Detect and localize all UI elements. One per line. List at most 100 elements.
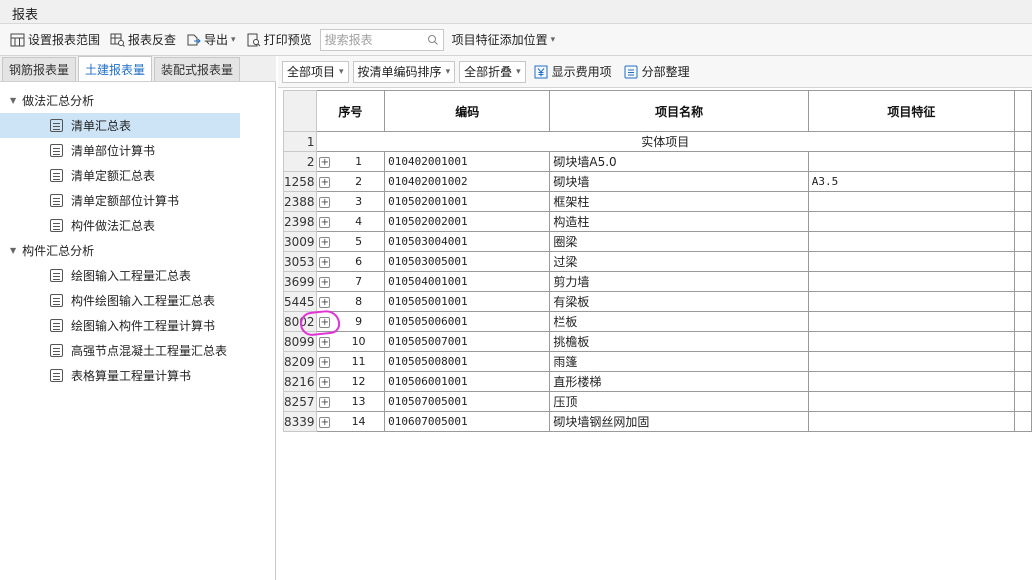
table-row[interactable]: 3699 +7 010504001001 剪力墙	[283, 271, 1032, 292]
name-cell[interactable]: 直形楼梯	[549, 371, 809, 392]
feature-cell[interactable]	[807, 311, 1016, 332]
table-row[interactable]: 8216 +12 010506001001 直形楼梯	[283, 371, 1032, 392]
feature-cell[interactable]	[807, 291, 1016, 312]
plus-icon[interactable]: +	[319, 176, 331, 188]
plus-icon[interactable]: +	[319, 336, 331, 348]
feature-cell[interactable]	[807, 411, 1016, 432]
tab-rebar-report[interactable]: 钢筋报表量	[2, 57, 77, 81]
set-range-button[interactable]: 设置报表范围	[6, 28, 104, 52]
code-cell[interactable]: 010503005001	[384, 251, 551, 272]
section-arrange-button[interactable]: 分部整理	[620, 61, 694, 83]
expand-toggle[interactable]: +	[315, 371, 333, 392]
tree-item-bill-location-calc[interactable]: 清单部位计算书	[0, 138, 275, 163]
name-cell[interactable]: 挑檐板	[549, 331, 809, 352]
table-row[interactable]: 1258 +2 010402001002 砌块墙 A3.5	[283, 171, 1032, 192]
feature-cell[interactable]	[807, 331, 1016, 352]
tree-item-drawing-component-calc[interactable]: 绘图输入构件工程量计算书	[0, 313, 275, 338]
plus-icon[interactable]: +	[319, 356, 331, 368]
collapse-dropdown[interactable]: 全部折叠 ▾	[459, 60, 526, 83]
expand-toggle[interactable]: +	[315, 411, 333, 432]
plus-icon[interactable]: +	[319, 156, 331, 168]
seq-cell[interactable]: 2	[332, 171, 386, 192]
feature-cell[interactable]	[807, 251, 1016, 272]
expand-toggle[interactable]: +	[315, 311, 333, 332]
tree-item-bill-summary[interactable]: 清单汇总表	[0, 113, 240, 138]
tree-group-component-summary[interactable]: ▼ 构件汇总分析	[0, 238, 275, 263]
plus-icon[interactable]: +	[319, 296, 331, 308]
code-cell[interactable]: 010505007001	[384, 331, 551, 352]
code-cell[interactable]: 010607005001	[384, 411, 551, 432]
feature-cell[interactable]	[807, 211, 1016, 232]
caret-down-icon[interactable]: ▼	[10, 96, 16, 105]
seq-cell[interactable]: 14	[332, 411, 386, 432]
code-cell[interactable]: 010505006001	[384, 311, 551, 332]
code-cell[interactable]: 010502002001	[384, 211, 551, 232]
code-cell[interactable]: 010504001001	[384, 271, 551, 292]
seq-cell[interactable]: 4	[332, 211, 386, 232]
show-fee-button[interactable]: 显示费用项	[530, 61, 616, 83]
code-cell[interactable]: 010505001001	[384, 291, 551, 312]
table-row[interactable]: 5445 +8 010505001001 有梁板	[283, 291, 1032, 312]
feature-position-dropdown[interactable]: 项目特征添加位置 ▾	[448, 28, 560, 52]
feature-cell[interactable]	[807, 231, 1016, 252]
table-row[interactable]: 2398 +4 010502002001 构造柱	[283, 211, 1032, 232]
caret-down-icon[interactable]: ▼	[10, 246, 16, 255]
plus-icon[interactable]: +	[319, 236, 331, 248]
expand-toggle[interactable]: +	[315, 251, 333, 272]
name-cell[interactable]: 框架柱	[549, 191, 809, 212]
name-cell[interactable]: 有梁板	[549, 291, 809, 312]
print-preview-button[interactable]: 打印预览	[242, 28, 316, 52]
feature-cell[interactable]	[807, 371, 1016, 392]
name-cell[interactable]: 圈梁	[549, 231, 809, 252]
column-header-seq[interactable]: 序号	[315, 90, 386, 132]
seq-cell[interactable]: 6	[332, 251, 386, 272]
report-search-input[interactable]	[324, 32, 415, 47]
feature-cell[interactable]	[807, 391, 1016, 412]
tree-item-component-method-summary[interactable]: 构件做法汇总表	[0, 213, 275, 238]
seq-cell[interactable]: 9	[332, 311, 386, 332]
column-header-feature[interactable]: 项目特征	[807, 90, 1016, 132]
name-cell[interactable]: 构造柱	[549, 211, 809, 232]
code-cell[interactable]: 010507005001	[384, 391, 551, 412]
code-cell[interactable]: 010402001002	[384, 171, 551, 192]
sort-dropdown[interactable]: 按清单编码排序 ▾	[352, 60, 456, 83]
table-row[interactable]: 8209 +11 010505008001 雨篷	[283, 351, 1032, 372]
name-cell[interactable]: 砌块墙钢丝网加固	[549, 411, 809, 432]
code-cell[interactable]: 010402001001	[384, 151, 551, 172]
code-cell[interactable]: 010505008001	[384, 351, 551, 372]
all-items-dropdown[interactable]: 全部项目 ▾	[282, 60, 349, 83]
expand-toggle[interactable]: +	[315, 171, 333, 192]
table-row[interactable]: 3053 +6 010503005001 过梁	[283, 251, 1032, 272]
name-cell[interactable]: 砌块墙A5.0	[549, 151, 809, 172]
expand-toggle[interactable]: +	[315, 351, 333, 372]
feature-cell[interactable]	[807, 351, 1016, 372]
feature-cell[interactable]	[807, 191, 1016, 212]
seq-cell[interactable]: 8	[332, 291, 386, 312]
table-row[interactable]: 2 +1 010402001001 砌块墙A5.0	[283, 151, 1032, 172]
feature-cell[interactable]	[807, 151, 1016, 172]
table-row[interactable]: 8002 +9 010505006001 栏板	[283, 311, 1032, 332]
tree-item-component-drawing-summary[interactable]: 构件绘图输入工程量汇总表	[0, 288, 275, 313]
seq-cell[interactable]: 12	[332, 371, 386, 392]
table-row[interactable]: 2388 +3 010502001001 框架柱	[283, 191, 1032, 212]
tree-group-method-summary[interactable]: ▼ 做法汇总分析	[0, 88, 275, 113]
search-icon[interactable]	[427, 34, 439, 46]
feature-cell[interactable]	[807, 271, 1016, 292]
reverse-check-button[interactable]: 报表反查	[106, 28, 180, 52]
expand-toggle[interactable]: +	[315, 331, 333, 352]
expand-toggle[interactable]: +	[315, 151, 333, 172]
expand-toggle[interactable]: +	[315, 271, 333, 292]
table-row[interactable]: 8099 +10 010505007001 挑檐板	[283, 331, 1032, 352]
plus-icon[interactable]: +	[319, 276, 331, 288]
seq-cell[interactable]: 3	[332, 191, 386, 212]
seq-cell[interactable]: 13	[332, 391, 386, 412]
expand-toggle[interactable]: +	[315, 231, 333, 252]
tree-item-high-strength-node-summary[interactable]: 高强节点混凝土工程量汇总表	[0, 338, 275, 363]
feature-cell[interactable]: A3.5	[807, 171, 1016, 192]
plus-icon[interactable]: +	[319, 256, 331, 268]
expand-toggle[interactable]: +	[315, 191, 333, 212]
report-search-box[interactable]	[319, 28, 444, 51]
code-cell[interactable]: 010503004001	[384, 231, 551, 252]
name-cell[interactable]: 剪力墙	[549, 271, 809, 292]
expand-toggle[interactable]: +	[315, 211, 333, 232]
